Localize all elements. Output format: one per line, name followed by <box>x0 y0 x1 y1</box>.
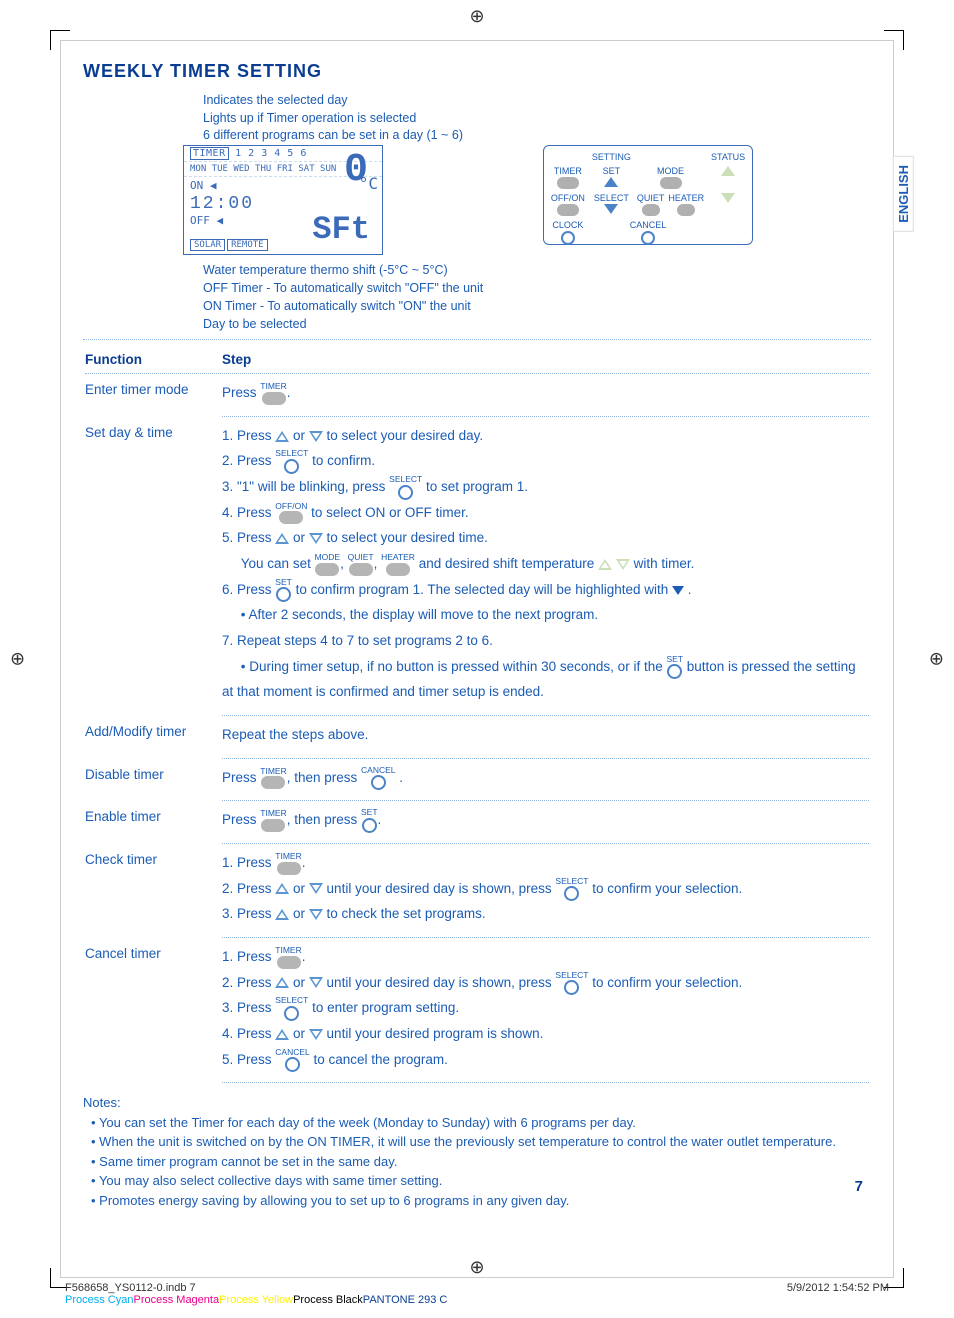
select-button-icon: SELECT <box>555 877 588 902</box>
function-label: Disable timer <box>85 761 220 802</box>
instruction-table: FunctionStep Enter timer mode Press TIME… <box>83 346 871 1085</box>
timer-button-icon: TIMER <box>260 809 286 832</box>
set-button-icon: SET <box>361 808 378 833</box>
down-triangle-icon <box>672 586 684 595</box>
function-label: Enable timer <box>85 803 220 844</box>
step-cell: Press TIMER, then press SET. <box>222 803 869 844</box>
down-arrow-icon <box>309 977 323 988</box>
step-cell: Press TIMER. <box>222 376 869 417</box>
select-button-icon: SELECT <box>275 449 308 474</box>
page-number: 7 <box>855 1178 863 1195</box>
registration-mark: ⊕ <box>929 649 944 670</box>
step-cell: 1. Press TIMER. 2. Press or until your d… <box>222 846 869 938</box>
top-callouts: Indicates the selected day Lights up if … <box>203 92 871 145</box>
step-cell: 1. Press or to select your desired day. … <box>222 419 869 716</box>
down-arrow-icon <box>309 909 323 920</box>
function-label: Enter timer mode <box>85 376 220 417</box>
function-label: Cancel timer <box>85 940 220 1083</box>
up-arrow-icon <box>275 977 289 988</box>
timer-button-icon: TIMER <box>260 382 286 405</box>
up-arrow-icon <box>275 883 289 894</box>
offon-button-icon: OFF/ON <box>275 502 307 525</box>
quiet-button-icon: QUIET <box>348 553 374 576</box>
timer-button-icon: TIMER <box>275 946 301 969</box>
lcd-display-diagram: TIMER 1 2 3 4 5 6 MON TUE WED THU FRI SA… <box>183 145 383 255</box>
registration-mark: ⊕ <box>469 6 484 27</box>
up-arrow-icon <box>275 909 289 920</box>
function-label: Add/Modify timer <box>85 718 220 759</box>
cancel-button-icon: CANCEL <box>275 1048 309 1073</box>
down-arrow-icon <box>309 431 323 442</box>
step-cell: Press TIMER, then press CANCEL . <box>222 761 869 802</box>
select-button-icon: SELECT <box>555 971 588 996</box>
print-footer: F568658_YS0112-0.indb 7 5/9/2012 1:54:52… <box>65 1282 889 1306</box>
timer-button-icon: TIMER <box>260 767 286 790</box>
language-tab: ENGLISH <box>893 156 914 232</box>
function-label: Set day & time <box>85 419 220 716</box>
notes-section: Notes: You can set the Timer for each da… <box>83 1093 871 1210</box>
down-arrow-icon <box>309 883 323 894</box>
set-button-icon: SET <box>275 578 292 603</box>
set-button-icon: SET <box>666 655 683 680</box>
select-button-icon: SELECT <box>389 475 422 500</box>
step-cell: 1. Press TIMER. 2. Press or until your d… <box>222 940 869 1083</box>
bottom-callouts: Water temperature thermo shift (-5°C ~ 5… <box>203 261 871 334</box>
up-arrow-icon <box>275 533 289 544</box>
timer-button-icon: TIMER <box>275 852 301 875</box>
page-title: WEEKLY TIMER SETTING <box>83 61 871 82</box>
down-arrow-pale-icon <box>616 559 630 570</box>
up-arrow-pale-icon <box>598 559 612 570</box>
registration-mark: ⊕ <box>10 649 25 670</box>
up-arrow-icon <box>275 431 289 442</box>
down-arrow-icon <box>309 1029 323 1040</box>
heater-button-icon: HEATER <box>381 553 415 576</box>
cancel-button-icon: CANCEL <box>361 766 395 791</box>
remote-control-diagram: SETTING STATUS TIMER SET MODE OFF/ON SEL… <box>543 145 753 245</box>
down-arrow-icon <box>309 533 323 544</box>
mode-button-icon: MODE <box>315 553 341 576</box>
function-label: Check timer <box>85 846 220 938</box>
select-button-icon: SELECT <box>275 996 308 1021</box>
up-arrow-icon <box>275 1029 289 1040</box>
step-cell: Repeat the steps above. <box>222 718 869 759</box>
